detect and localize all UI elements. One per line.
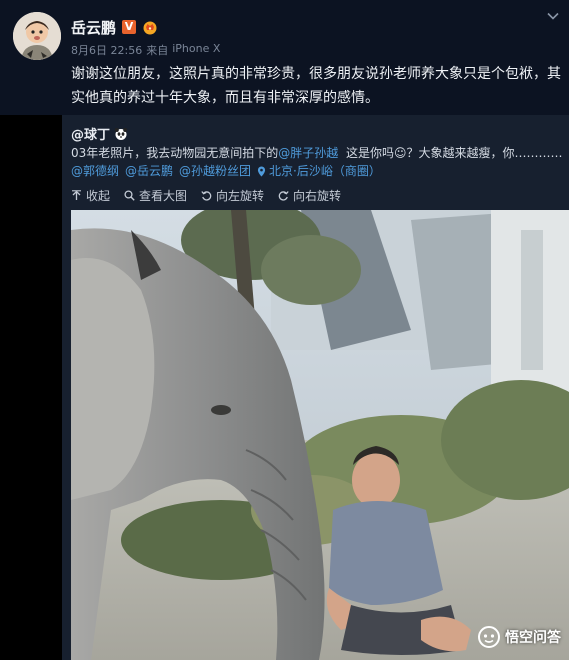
repost-text-prefix: 03年老照片，我去动物园无意间拍下的 bbox=[71, 146, 279, 160]
panda-icon bbox=[114, 127, 128, 141]
collapse-icon bbox=[72, 190, 81, 200]
repost-user-row: @球丁 bbox=[71, 124, 128, 143]
collapse-label: 收起 bbox=[86, 189, 111, 203]
repost-text: 03年老照片，我去动物园无意间拍下的@胖子孙越 这是你吗☺？大象越来越瘦，你……… bbox=[71, 144, 566, 162]
collapse-button[interactable]: 收起 bbox=[71, 187, 110, 204]
view-large-label: 查看大图 bbox=[139, 189, 188, 203]
original-post: 岳云鹏 V 8月6日 22:56 来自 iPhone X 谢谢这位朋友，这照片真… bbox=[0, 0, 569, 115]
watermark: 悟空问答 bbox=[478, 626, 561, 648]
post-text: 谢谢这位朋友，这照片真的非常珍贵，很多朋友说孙老师养大象只是个包袱，其实他真的养… bbox=[71, 66, 561, 106]
author-name[interactable]: 岳云鹏 bbox=[71, 17, 116, 38]
view-large-button[interactable]: 查看大图 bbox=[124, 187, 187, 204]
avatar[interactable] bbox=[13, 12, 61, 60]
rotate-right-icon bbox=[278, 191, 289, 201]
tag-link[interactable]: @郭德纲 bbox=[71, 162, 119, 180]
post-meta: 8月6日 22:56 来自 iPhone X bbox=[71, 42, 220, 58]
rotate-right-button[interactable]: 向右旋转 bbox=[278, 187, 341, 204]
rotate-right-label: 向右旋转 bbox=[293, 189, 342, 203]
image-toolbar: 收起 查看大图 向左旋转 向右旋转 bbox=[71, 187, 341, 204]
post-source: iPhone X bbox=[172, 42, 221, 55]
location-link[interactable]: 北京·后沙峪（商圈） bbox=[257, 162, 381, 180]
tag-link[interactable]: @岳云鹏 bbox=[125, 162, 173, 180]
rotate-left-button[interactable]: 向左旋转 bbox=[201, 187, 264, 204]
repost-user[interactable]: @球丁 bbox=[71, 124, 110, 143]
author-row: 岳云鹏 V bbox=[71, 16, 158, 38]
post-source-prefix: 来自 bbox=[146, 44, 169, 57]
repost-text-suffix: 这是你吗☺？大象越来越瘦，你………… bbox=[345, 146, 563, 160]
tag-link[interactable]: @孙越粉丝团 bbox=[179, 162, 251, 180]
rotate-left-label: 向左旋转 bbox=[216, 189, 265, 203]
magnify-icon bbox=[124, 190, 135, 201]
post-photo[interactable]: 悟空问答 bbox=[71, 210, 569, 660]
location-label: 北京·后沙峪（商圈） bbox=[269, 164, 381, 178]
location-icon bbox=[257, 166, 266, 176]
photo-illustration bbox=[71, 210, 569, 660]
verified-badge: V bbox=[122, 20, 137, 34]
chevron-down-icon[interactable] bbox=[546, 8, 560, 22]
repost-card: @球丁 03年老照片，我去动物园无意间拍下的@胖子孙越 这是你吗☺？大象越来越瘦… bbox=[62, 115, 569, 660]
wukong-logo-icon bbox=[478, 626, 500, 648]
watermark-text: 悟空问答 bbox=[505, 630, 561, 646]
crown-icon bbox=[142, 19, 158, 35]
repost-tags: @郭德纲 @岳云鹏 @孙越粉丝团 北京·后沙峪（商圈） bbox=[71, 162, 381, 180]
rotate-left-icon bbox=[201, 191, 212, 201]
repost-mention-link[interactable]: @胖子孙越 bbox=[278, 146, 338, 160]
post-date[interactable]: 8月6日 22:56 bbox=[71, 42, 142, 58]
